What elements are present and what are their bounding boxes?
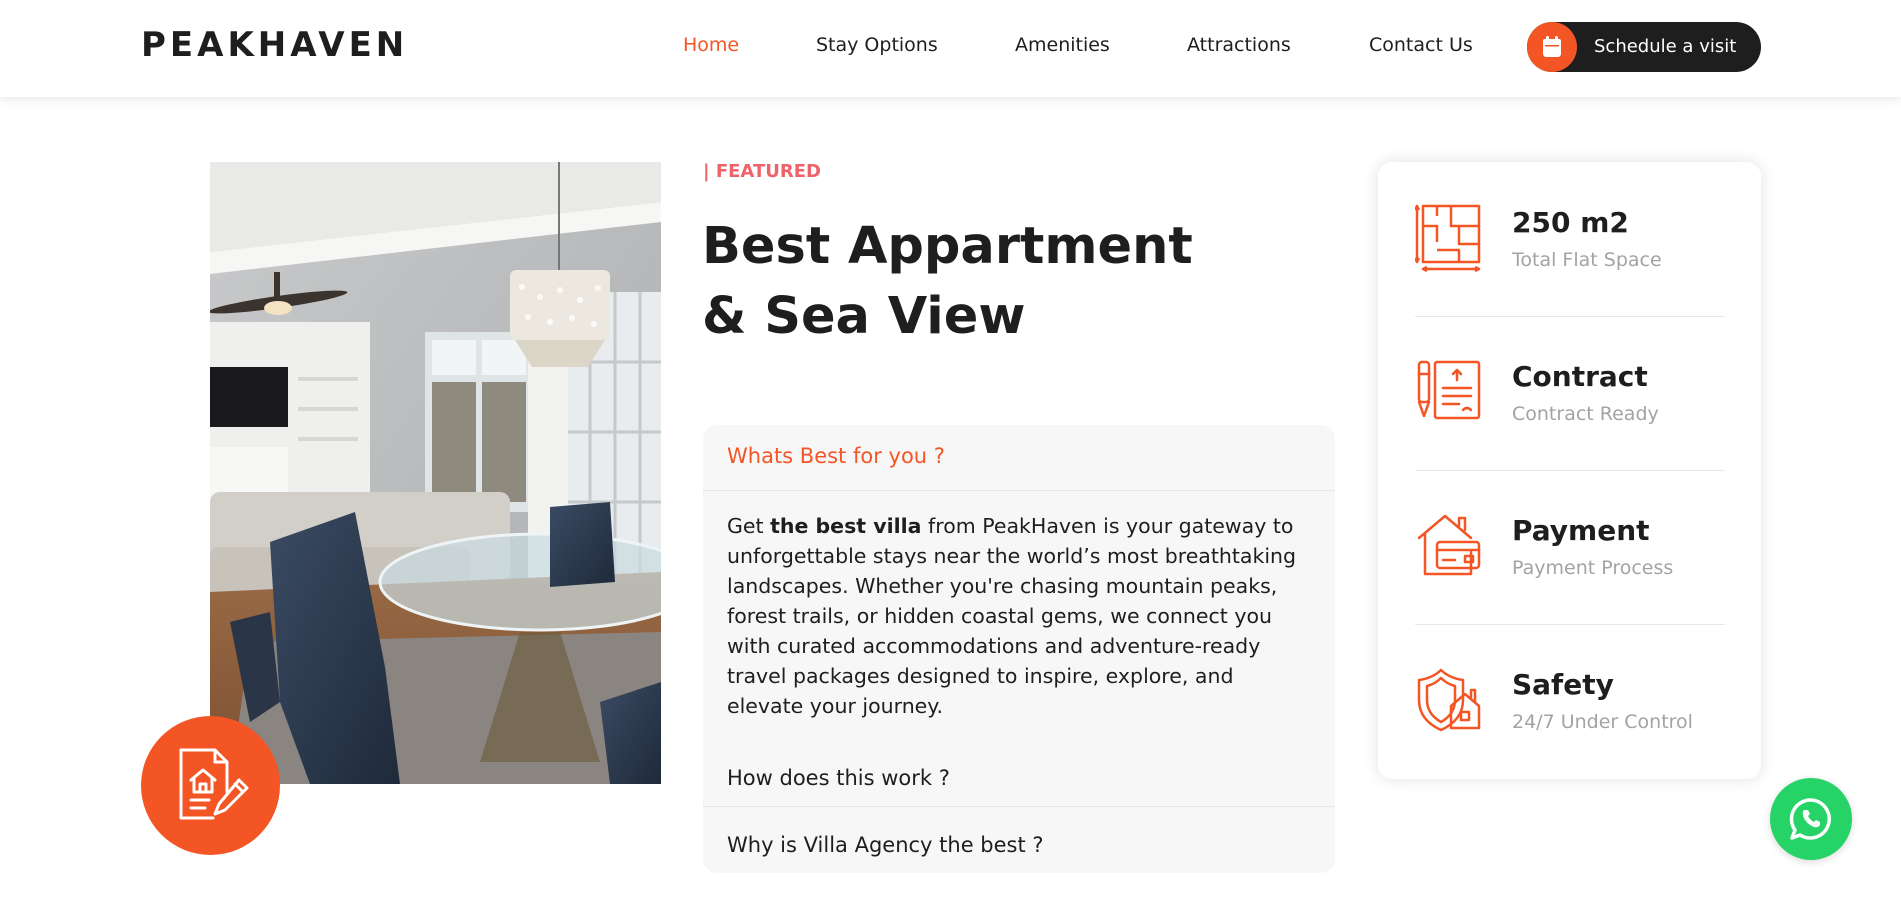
- feature-subtitle: 24/7 Under Control: [1512, 711, 1693, 733]
- faq-accordion: Whats Best for you ? Get the best villa …: [703, 425, 1335, 873]
- accordion-title: Why is Villa Agency the best ?: [727, 833, 1044, 857]
- accordion-item-whats-best[interactable]: Whats Best for you ?: [703, 425, 1335, 491]
- feature-item-safety: Safety 24/7 Under Control: [1415, 666, 1725, 786]
- nav-contact-us[interactable]: Contact Us: [1369, 34, 1473, 56]
- nav-home[interactable]: Home: [683, 34, 739, 56]
- features-card: 250 m2 Total Flat Space Contract Contrac…: [1378, 162, 1761, 779]
- headline-line-1: Best Appartment: [702, 217, 1193, 276]
- feature-title: Payment: [1512, 514, 1650, 547]
- body-text-start: Get: [727, 514, 771, 538]
- feature-title: Safety: [1512, 668, 1614, 701]
- whatsapp-button[interactable]: [1770, 778, 1852, 860]
- house-document-icon: [179, 748, 249, 820]
- featured-headline: Best Appartment & Sea View: [702, 212, 1222, 352]
- headline-line-2: & Sea View: [702, 287, 1026, 346]
- feature-subtitle: Payment Process: [1512, 557, 1674, 579]
- nav-amenities[interactable]: Amenities: [1015, 34, 1110, 56]
- nav-attractions[interactable]: Attractions: [1187, 34, 1291, 56]
- calendar-icon: [1527, 22, 1577, 72]
- feature-subtitle: Total Flat Space: [1512, 249, 1662, 271]
- site-header: PEAKHAVEN Home Stay Options Amenities At…: [0, 0, 1901, 97]
- apartment-photo: [210, 162, 661, 784]
- feature-item-contract: Contract Contract Ready: [1415, 358, 1725, 478]
- brand-logo[interactable]: PEAKHAVEN: [141, 25, 408, 65]
- contract-icon: [1417, 360, 1481, 420]
- nav-stay-options[interactable]: Stay Options: [816, 34, 938, 56]
- house-document-badge: [141, 716, 280, 855]
- feature-divider: [1415, 470, 1725, 471]
- floor-plan-icon: [1415, 204, 1481, 272]
- feature-item-space: 250 m2 Total Flat Space: [1415, 204, 1725, 324]
- feature-subtitle: Contract Ready: [1512, 403, 1659, 425]
- schedule-visit-button[interactable]: Schedule a visit: [1527, 22, 1761, 72]
- feature-divider: [1415, 316, 1725, 317]
- accordion-divider: [703, 490, 1335, 491]
- body-text-bold: the best villa: [770, 514, 922, 538]
- feature-title: 250 m2: [1512, 206, 1629, 239]
- payment-icon: [1417, 514, 1481, 576]
- feature-title: Contract: [1512, 360, 1648, 393]
- accordion-item-how-it-works[interactable]: How does this work ?: [703, 747, 1335, 813]
- accordion-title: Whats Best for you ?: [727, 444, 945, 468]
- accordion-title: How does this work ?: [727, 766, 950, 790]
- accordion-item-why-best[interactable]: Why is Villa Agency the best ?: [703, 814, 1335, 873]
- safety-icon: [1417, 668, 1481, 732]
- body-text-rest: from PeakHaven is your gateway to unforg…: [727, 514, 1297, 718]
- schedule-visit-label: Schedule a visit: [1594, 36, 1737, 57]
- accordion-divider: [703, 806, 1335, 807]
- accordion-body: Get the best villa from PeakHaven is you…: [727, 511, 1313, 721]
- feature-divider: [1415, 624, 1725, 625]
- featured-eyebrow: | FEATURED: [703, 161, 821, 182]
- feature-item-payment: Payment Payment Process: [1415, 512, 1725, 632]
- whatsapp-icon: [1789, 798, 1831, 840]
